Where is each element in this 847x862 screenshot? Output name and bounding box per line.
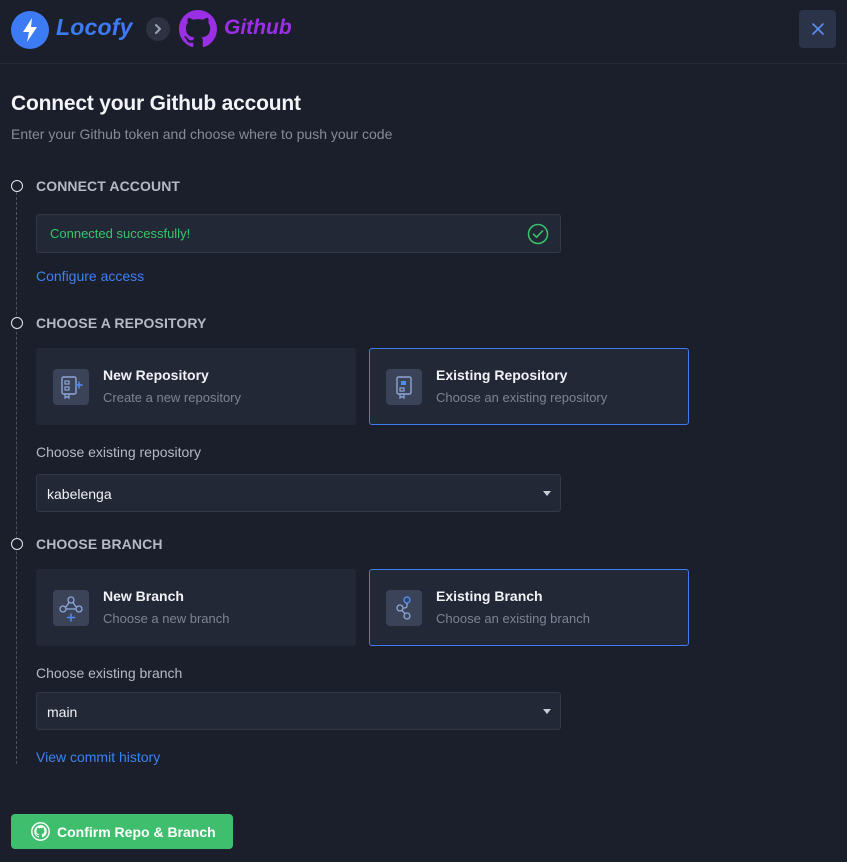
github-icon	[179, 10, 217, 48]
branch-select-value: main	[47, 704, 78, 720]
new-repository-icon	[53, 369, 89, 405]
chevron-down-icon	[543, 709, 551, 714]
status-message: Connected successfully!	[50, 226, 191, 241]
option-description: Choose an existing branch	[436, 611, 590, 626]
close-button[interactable]	[799, 10, 836, 48]
page-subtitle: Enter your Github token and choose where…	[11, 126, 393, 142]
github-icon	[31, 822, 50, 841]
lightning-bolt-icon	[11, 11, 49, 49]
step-marker-repository	[11, 317, 23, 329]
option-title: New Repository	[103, 367, 209, 383]
step-heading-branch: CHOOSE BRANCH	[36, 536, 163, 552]
branch-select[interactable]: main	[36, 692, 561, 730]
option-description: Choose a new branch	[103, 611, 230, 626]
step-marker-branch	[11, 538, 23, 550]
repository-select-label: Choose existing repository	[36, 444, 201, 460]
check-circle-icon	[527, 223, 549, 245]
new-branch-icon	[53, 590, 89, 626]
integration-name: Github	[224, 16, 292, 39]
option-title: Existing Repository	[436, 367, 568, 383]
existing-branch-icon	[386, 590, 422, 626]
configure-access-link[interactable]: Configure access	[36, 268, 144, 284]
existing-repository-option[interactable]: Existing Repository Choose an existing r…	[369, 348, 689, 425]
branch-select-label: Choose existing branch	[36, 665, 183, 681]
connection-status: Connected successfully!	[36, 214, 561, 253]
repository-select[interactable]: kabelenga	[36, 474, 561, 512]
option-title: New Branch	[103, 588, 184, 604]
step-marker-connect	[11, 180, 23, 192]
confirm-button-label: Confirm Repo & Branch	[57, 824, 216, 840]
chevron-down-icon	[543, 491, 551, 496]
option-description: Create a new repository	[103, 390, 242, 405]
step-heading-repository: CHOOSE A REPOSITORY	[36, 315, 207, 331]
confirm-repo-branch-button[interactable]: Confirm Repo & Branch	[11, 814, 233, 849]
new-repository-option[interactable]: New Repository Create a new repository	[36, 348, 356, 425]
brand-name: Locofy	[56, 14, 133, 40]
close-icon	[811, 23, 824, 35]
existing-branch-option[interactable]: Existing Branch Choose an existing branc…	[369, 569, 689, 646]
view-commit-history-link[interactable]: View commit history	[36, 749, 160, 765]
repository-select-value: kabelenga	[47, 486, 112, 502]
new-branch-option[interactable]: New Branch Choose a new branch	[36, 569, 356, 646]
page-title: Connect your Github account	[11, 92, 301, 115]
option-title: Existing Branch	[436, 588, 543, 604]
option-description: Choose an existing repository	[436, 390, 608, 405]
existing-repository-icon	[386, 369, 422, 405]
chevron-right-icon	[146, 17, 170, 41]
header: Locofy Github	[0, 0, 847, 64]
step-timeline	[16, 192, 17, 764]
step-heading-connect: CONNECT ACCOUNT	[36, 178, 181, 194]
